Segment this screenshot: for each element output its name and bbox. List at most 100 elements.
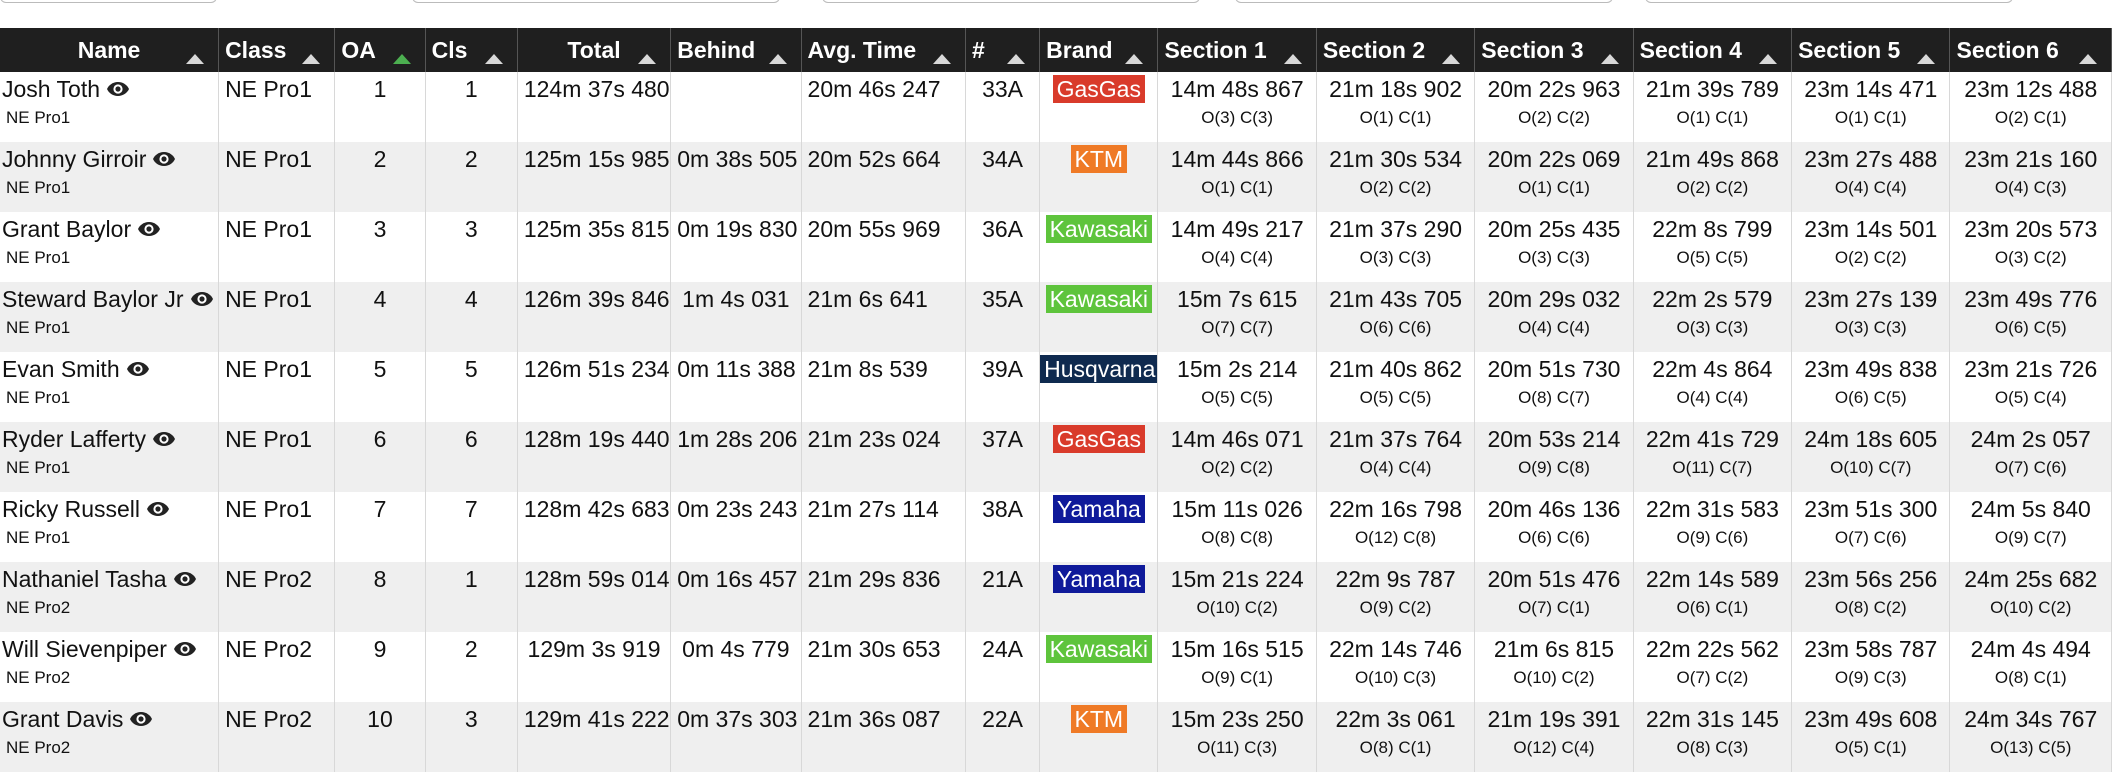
sort-arrow-icon[interactable] xyxy=(1007,54,1026,64)
table-row[interactable]: Evan Smith NE Pro1 NE Pro1 5 5 126m 51s 234 0m… xyxy=(0,352,2112,422)
table-row[interactable]: Johnny Girroir NE Pro1 NE Pro1 2 2 125m 15s 9… xyxy=(0,142,2112,212)
rider-name[interactable]: Nathaniel Tasha xyxy=(2,566,167,593)
section-cell: 21m 19s 391 O(12) C(4) xyxy=(1474,702,1634,772)
name-filter[interactable] xyxy=(0,0,217,3)
section-cell: 23m 21s 160 O(4) C(3) xyxy=(1949,142,2112,212)
overall-position-cell-value: 1 xyxy=(373,76,387,102)
brand-filter[interactable] xyxy=(822,0,1200,3)
section-time: 20m 22s 069 xyxy=(1487,146,1621,172)
eye-icon[interactable] xyxy=(137,221,161,237)
eye-icon[interactable] xyxy=(173,571,197,587)
sort-arrow-icon[interactable] xyxy=(2079,54,2097,64)
rider-class-label: NE Pro1 xyxy=(6,458,71,477)
section-rank: O(6) C(6) xyxy=(1518,528,1590,547)
sort-arrow-icon[interactable] xyxy=(302,54,321,64)
table-row[interactable]: Steward Baylor Jr NE Pro1 NE Pro1 4 4 126m 39… xyxy=(0,282,2112,352)
column-header-s1[interactable]: Section 1 xyxy=(1157,28,1317,72)
section-cell: 23m 49s 838 O(6) C(5) xyxy=(1791,352,1951,422)
sort-arrow-icon[interactable] xyxy=(1125,54,1144,64)
sort-arrow-icon[interactable] xyxy=(638,54,657,64)
total-time-cell: 128m 42s 683 xyxy=(517,492,672,562)
column-header-s4[interactable]: Section 4 xyxy=(1633,28,1793,72)
sort-arrow-icon[interactable] xyxy=(186,54,205,64)
sort-arrow-icon[interactable] xyxy=(932,54,951,64)
rider-name[interactable]: Steward Baylor Jr xyxy=(2,286,184,313)
section-time: 24m 18s 605 xyxy=(1804,426,1938,452)
class-position-cell: 3 xyxy=(425,212,518,282)
section-cell: 15m 16s 515 O(9) C(1) xyxy=(1157,632,1317,702)
section-cell: 20m 22s 963 O(2) C(2) xyxy=(1474,72,1634,142)
total-time-cell-value: 128m 59s 014 xyxy=(523,566,670,592)
avg-time-cell-value: 21m 36s 087 xyxy=(807,706,941,732)
section-cell: 20m 22s 069 O(1) C(1) xyxy=(1474,142,1634,212)
sort-arrow-icon[interactable] xyxy=(1442,54,1461,64)
section-rank: O(3) C(3) xyxy=(1359,248,1432,267)
table-row[interactable]: Josh Toth NE Pro1 NE Pro1 1 1 124m 37s 480 20m… xyxy=(0,72,2112,142)
eye-icon[interactable] xyxy=(146,501,170,517)
table-row[interactable]: Ricky Russell NE Pro1 NE Pro1 7 7 128m 42s 68… xyxy=(0,492,2112,562)
rider-name[interactable]: Johnny Girroir xyxy=(2,146,146,173)
column-header-s6[interactable]: Section 6 xyxy=(1949,28,2112,72)
bike-number-cell-value: 24A xyxy=(982,636,1024,662)
column-header-total[interactable]: Total xyxy=(517,28,672,72)
column-header-label: Class xyxy=(225,36,287,63)
column-header-s3[interactable]: Section 3 xyxy=(1474,28,1634,72)
column-header-class[interactable]: Class xyxy=(218,28,336,72)
section-cell: 22m 14s 746 O(10) C(3) xyxy=(1316,632,1476,702)
sort-arrow-icon[interactable] xyxy=(1759,54,1778,64)
rider-cell: Josh Toth NE Pro1 xyxy=(0,72,220,142)
section-time: 23m 21s 160 xyxy=(1964,146,2098,172)
rider-name[interactable]: Grant Baylor xyxy=(2,216,131,243)
rider-name[interactable]: Josh Toth xyxy=(2,76,100,103)
rider-name[interactable]: Grant Davis xyxy=(2,706,123,733)
class-filter[interactable] xyxy=(412,0,780,3)
column-header-oa[interactable]: OA xyxy=(334,28,426,72)
section-cell: 21m 30s 534 O(2) C(2) xyxy=(1316,142,1476,212)
eye-icon[interactable] xyxy=(106,81,130,97)
column-header-s2[interactable]: Section 2 xyxy=(1316,28,1476,72)
rider-name[interactable]: Ricky Russell xyxy=(2,496,140,523)
eye-icon[interactable] xyxy=(152,431,176,447)
table-row[interactable]: Ryder Lafferty NE Pro1 NE Pro1 6 6 128m 19s 4… xyxy=(0,422,2112,492)
column-header-avg[interactable]: Avg. Time xyxy=(801,28,966,72)
avg-time-cell: 21m 6s 641 xyxy=(801,282,966,352)
column-header-s5[interactable]: Section 5 xyxy=(1791,28,1951,72)
rider-name[interactable]: Evan Smith xyxy=(2,356,120,383)
bike-number-cell-value: 37A xyxy=(982,426,1024,452)
section-rank: O(5) C(5) xyxy=(1201,388,1274,407)
table-row[interactable]: Will Sievenpiper NE Pro2 NE Pro2 9 2 129m 3s … xyxy=(0,632,2112,702)
sort-arrow-icon[interactable] xyxy=(1600,54,1619,64)
sort-arrow-icon[interactable] xyxy=(768,54,787,64)
eye-icon[interactable] xyxy=(129,711,153,727)
column-header-brand[interactable]: Brand xyxy=(1039,28,1159,72)
column-header-name[interactable]: Name xyxy=(0,28,220,72)
eye-icon[interactable] xyxy=(173,641,197,657)
table-row[interactable]: Grant Davis NE Pro2 NE Pro2 10 3 129m 41s 222… xyxy=(0,702,2112,772)
section-rank: O(8) C(3) xyxy=(1676,738,1749,757)
brand-badge: KTM xyxy=(1070,145,1128,173)
section-filter[interactable] xyxy=(1235,0,1613,3)
sort-arrow-icon[interactable] xyxy=(1917,54,1936,64)
section-time: 22m 8s 799 xyxy=(1652,216,1773,242)
bike-number-cell-value: 36A xyxy=(982,216,1024,242)
section-rank: O(2) C(2) xyxy=(1201,458,1274,477)
column-header-num[interactable]: # xyxy=(965,28,1041,72)
eye-icon[interactable] xyxy=(190,291,214,307)
section-time: 21m 40s 862 xyxy=(1329,356,1463,382)
bike-number-cell-value: 38A xyxy=(982,496,1024,522)
sort-arrow-icon[interactable] xyxy=(484,54,503,64)
sort-arrow-icon[interactable] xyxy=(1283,54,1302,64)
table-row[interactable]: Nathaniel Tasha NE Pro2 NE Pro2 8 1 128m 59s … xyxy=(0,562,2112,632)
rider-name[interactable]: Will Sievenpiper xyxy=(2,636,167,663)
extra-filter[interactable] xyxy=(1645,0,2013,3)
avg-time-cell-value: 21m 6s 641 xyxy=(807,286,928,312)
sort-arrow-icon[interactable] xyxy=(392,54,411,64)
section-time: 21m 39s 789 xyxy=(1645,76,1779,102)
table-row[interactable]: Grant Baylor NE Pro1 NE Pro1 3 3 125m 35s 815… xyxy=(0,212,2112,282)
column-header-behind[interactable]: Behind xyxy=(670,28,802,72)
class-cell-value: NE Pro2 xyxy=(225,706,312,732)
column-header-cls[interactable]: Cls xyxy=(425,28,518,72)
eye-icon[interactable] xyxy=(152,151,176,167)
rider-name[interactable]: Ryder Lafferty xyxy=(2,426,146,453)
eye-icon[interactable] xyxy=(126,361,150,377)
